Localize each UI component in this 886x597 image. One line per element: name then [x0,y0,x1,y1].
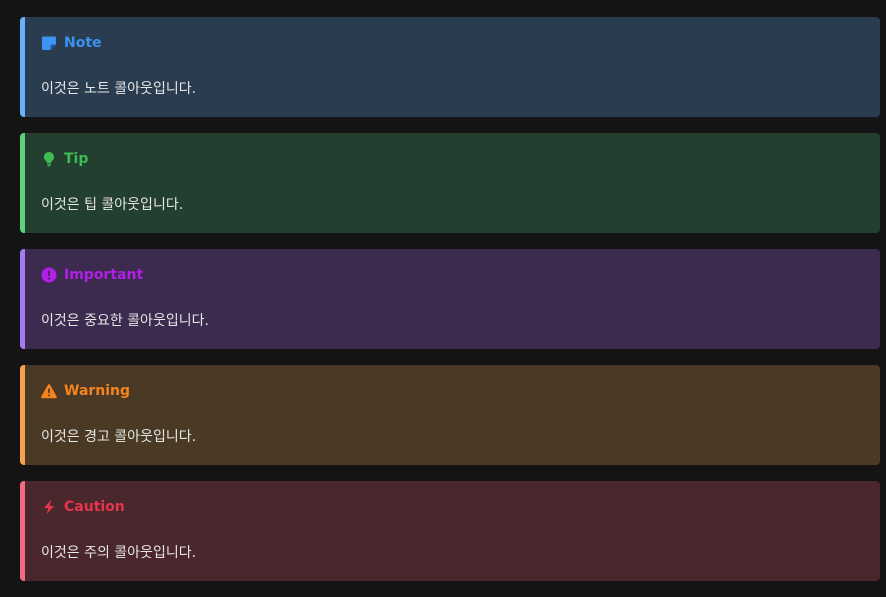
callout-header: Important [41,265,143,285]
callout-body: 이것은 경고 콜아웃입니다. [41,429,197,445]
callout-title: Tip [64,151,89,167]
callout-title: Note [64,35,102,51]
callout-header: Warning [41,381,130,401]
callout-warning: Warning 이것은 경고 콜아웃입니다. [20,365,880,465]
callout-body: 이것은 노트 콜아웃입니다. [41,81,197,97]
callout-body: 이것은 주의 콜아웃입니다. [41,545,197,561]
callout-title: Warning [64,383,131,399]
callout-header: Note [41,33,102,53]
callout-header: Tip [41,149,88,169]
lightbulb-icon [41,151,57,167]
callout-list: Note 이것은 노트 콜아웃입니다. Tip 이것은 팁 콜아웃입니다. Im… [20,17,880,597]
callout-important: Important 이것은 중요한 콜아웃입니다. [20,249,880,349]
callout-header: Caution [41,497,125,517]
callout-body: 이것은 팁 콜아웃입니다. [41,197,184,213]
callout-caution: Caution 이것은 주의 콜아웃입니다. [20,481,880,581]
callout-tip: Tip 이것은 팁 콜아웃입니다. [20,133,880,233]
callout-body: 이것은 중요한 콜아웃입니다. [41,313,209,329]
callout-title: Caution [64,499,125,515]
lightning-bolt-icon [41,499,57,515]
callout-note: Note 이것은 노트 콜아웃입니다. [20,17,880,117]
callout-title: Important [64,267,144,283]
warning-triangle-icon [41,383,57,399]
note-icon [41,35,57,51]
exclamation-circle-icon [41,267,57,283]
